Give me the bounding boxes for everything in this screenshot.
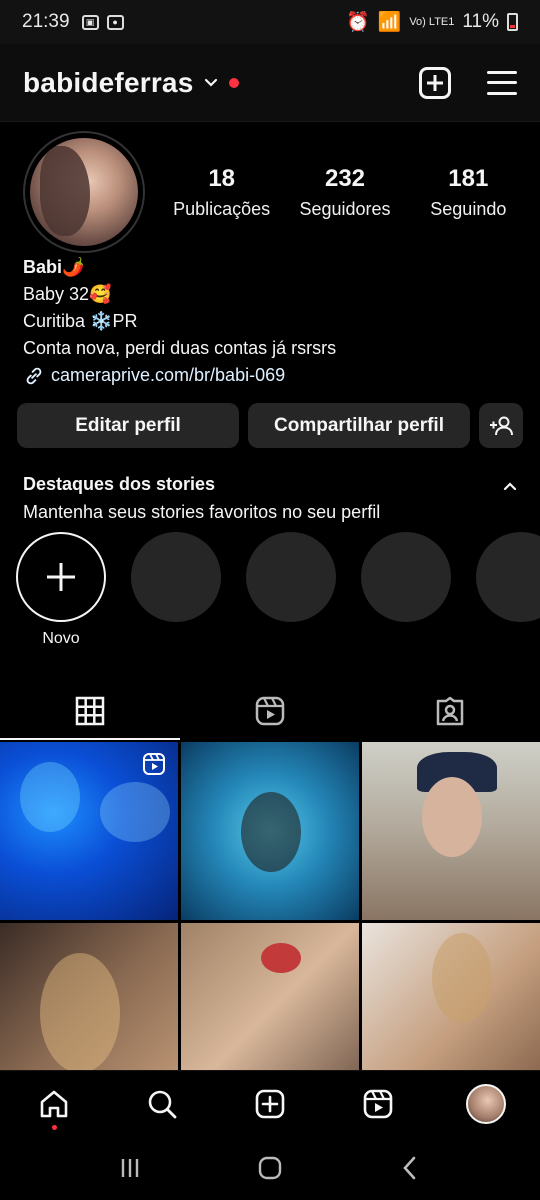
profile-stats: 18 Publicações 232 Seguidores 181 Seguin…	[160, 165, 530, 220]
profile-header: babideferras	[0, 44, 540, 122]
stat-posts[interactable]: 18 Publicações	[160, 165, 283, 220]
profile-tabs	[0, 682, 540, 740]
create-icon	[255, 1089, 285, 1118]
tab-posts[interactable]	[0, 682, 180, 740]
stat-label: Seguindo	[430, 199, 507, 219]
add-person-icon	[490, 416, 513, 435]
stat-following[interactable]: 181 Seguindo	[407, 165, 530, 220]
reels-icon	[363, 1089, 393, 1118]
bio-line: Curitiba ❄️PR	[23, 311, 138, 331]
home-button-icon[interactable]	[256, 1154, 284, 1182]
highlight-placeholder	[131, 532, 221, 648]
bio-link[interactable]: cameraprive.com/br/babi-069	[23, 362, 520, 389]
back-icon[interactable]	[396, 1154, 424, 1182]
share-profile-button[interactable]: Compartilhar perfil	[248, 403, 470, 448]
post-thumbnail[interactable]	[181, 742, 359, 920]
edit-profile-button[interactable]: Editar perfil	[17, 403, 239, 448]
status-bar: 21:39 ▣ ● ⏰ 📶 Vo) LTE1 11%	[0, 0, 540, 44]
chevron-down-icon[interactable]	[203, 75, 219, 91]
grid-icon	[75, 696, 105, 726]
posts-grid	[0, 742, 540, 1101]
highlights-subtitle: Mantenha seus stories favoritos no seu p…	[23, 502, 381, 522]
stat-value: 232	[324, 165, 366, 192]
profile-avatar-icon	[466, 1083, 506, 1124]
bottom-nav	[0, 1070, 540, 1136]
profile-bio: Babi🌶️ Baby 32🥰 Curitiba ❄️PR Conta nova…	[23, 254, 520, 389]
stat-label: Publicações	[173, 199, 271, 219]
network-label: Vo) LTE1	[409, 15, 455, 28]
recent-apps-icon[interactable]	[116, 1154, 144, 1182]
bio-line: Baby 32🥰	[23, 284, 112, 304]
nav-reels[interactable]	[356, 1082, 400, 1126]
display-name: Babi🌶️	[23, 257, 85, 277]
search-icon	[148, 1090, 177, 1118]
notification-dot	[52, 1124, 57, 1130]
username-switcher[interactable]: babideferras	[23, 67, 193, 99]
alarm-icon: ⏰	[345, 12, 370, 33]
nav-profile[interactable]	[464, 1082, 508, 1126]
battery-percent: 11%	[462, 11, 499, 32]
post-thumbnail[interactable]	[362, 742, 540, 920]
stat-value: 18	[208, 165, 236, 192]
stat-value: 181	[448, 165, 489, 192]
profile-avatar[interactable]	[23, 131, 145, 253]
highlight-placeholder	[361, 532, 451, 648]
create-post-button[interactable]	[419, 66, 451, 99]
highlight-new[interactable]: Novo	[16, 532, 106, 648]
profile-actions: Editar perfil Compartilhar perfil	[17, 403, 523, 448]
discover-people-button[interactable]	[479, 403, 523, 448]
highlight-label: Novo	[42, 630, 80, 647]
avatar-image	[30, 138, 138, 246]
highlights-title: Destaques dos stories	[23, 474, 216, 494]
stat-label: Seguidores	[299, 199, 391, 219]
post-thumbnail[interactable]	[0, 742, 178, 920]
nav-create[interactable]	[248, 1082, 292, 1126]
reel-badge-icon	[143, 753, 165, 775]
wifi-icon: 📶	[377, 12, 402, 33]
link-icon	[26, 367, 42, 384]
battery-icon	[507, 13, 518, 31]
stat-followers[interactable]: 232 Seguidores	[283, 165, 406, 220]
highlights-row: Novo	[16, 532, 540, 648]
bio-line: Conta nova, perdi duas contas já rsrsrs	[23, 338, 337, 358]
highlight-placeholder	[476, 532, 540, 648]
status-time: 21:39	[22, 11, 70, 32]
menu-button[interactable]	[487, 70, 517, 95]
notification-dot	[229, 77, 240, 88]
reels-icon	[255, 696, 285, 726]
home-icon	[40, 1090, 68, 1117]
chevron-up-icon[interactable]	[502, 478, 518, 494]
highlight-placeholder	[246, 532, 336, 648]
nav-search[interactable]	[140, 1082, 184, 1126]
notification-icon-2: ●	[106, 14, 124, 30]
system-nav	[0, 1136, 540, 1200]
plus-icon[interactable]	[16, 532, 106, 622]
tagged-icon	[436, 696, 464, 726]
nav-home[interactable]	[32, 1082, 76, 1130]
tab-reels[interactable]	[180, 682, 360, 740]
notification-icon: ▣	[81, 14, 99, 30]
bio-link-text[interactable]: cameraprive.com/br/babi-069	[51, 362, 285, 389]
tab-tagged[interactable]	[360, 682, 540, 740]
